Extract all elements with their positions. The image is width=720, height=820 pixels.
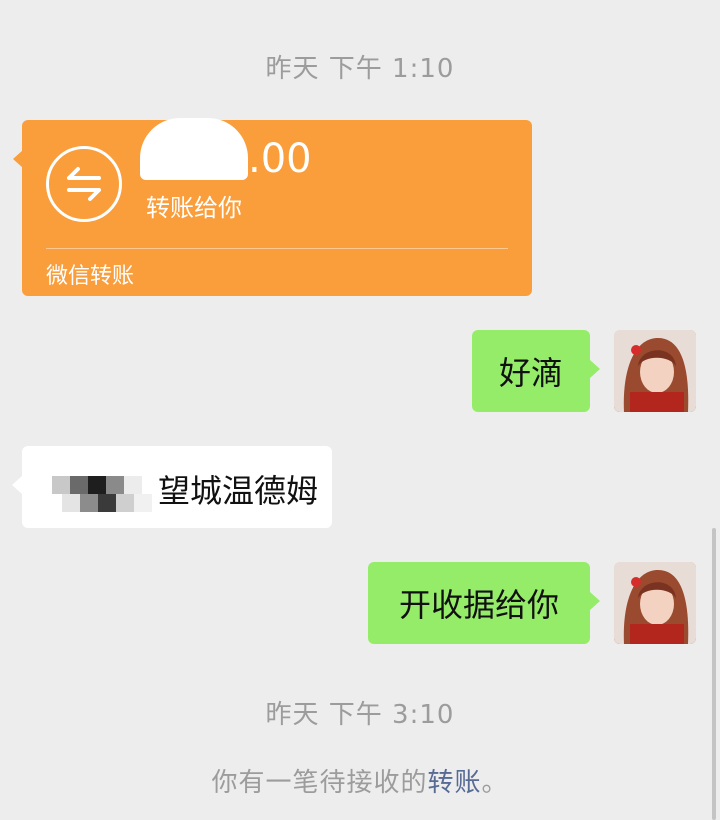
scrollbar[interactable] — [712, 528, 716, 820]
message-bubble-received[interactable]: 望城温德姆 — [12, 446, 332, 528]
bubble-tail — [590, 592, 600, 610]
transfer-arrows-icon — [46, 146, 122, 222]
system-notice: 你有一笔待接收的转账。 — [0, 762, 720, 799]
timestamp: 昨天 下午 3:10 — [265, 700, 455, 730]
message-text: 望城温德姆 — [158, 472, 319, 510]
system-notice-text: 你有一笔待接收的 — [211, 768, 428, 798]
divider — [46, 248, 508, 249]
transfer-link[interactable]: 转账 — [427, 768, 481, 798]
redacted-text — [52, 472, 156, 516]
message-text: 好滴 — [498, 354, 563, 392]
transfer-amount: .00 — [248, 136, 312, 182]
bubble-tail — [13, 150, 23, 168]
transfer-note: 转账给你 — [146, 194, 242, 222]
avatar[interactable] — [614, 330, 696, 412]
amount-redaction — [140, 118, 248, 180]
message-text: 开收据给你 — [398, 586, 559, 624]
bubble-tail — [12, 476, 22, 494]
transfer-footer: 微信转账 — [46, 264, 135, 289]
message-bubble-sent[interactable]: 开收据给你 — [368, 562, 600, 644]
bubble-tail — [590, 360, 600, 378]
message-bubble-sent[interactable]: 好滴 — [472, 330, 600, 412]
avatar[interactable] — [614, 562, 696, 644]
system-notice-suffix: 。 — [481, 768, 509, 798]
transfer-card[interactable]: .00 转账给你 微信转账 — [13, 118, 532, 296]
timestamp: 昨天 下午 1:10 — [265, 54, 455, 84]
